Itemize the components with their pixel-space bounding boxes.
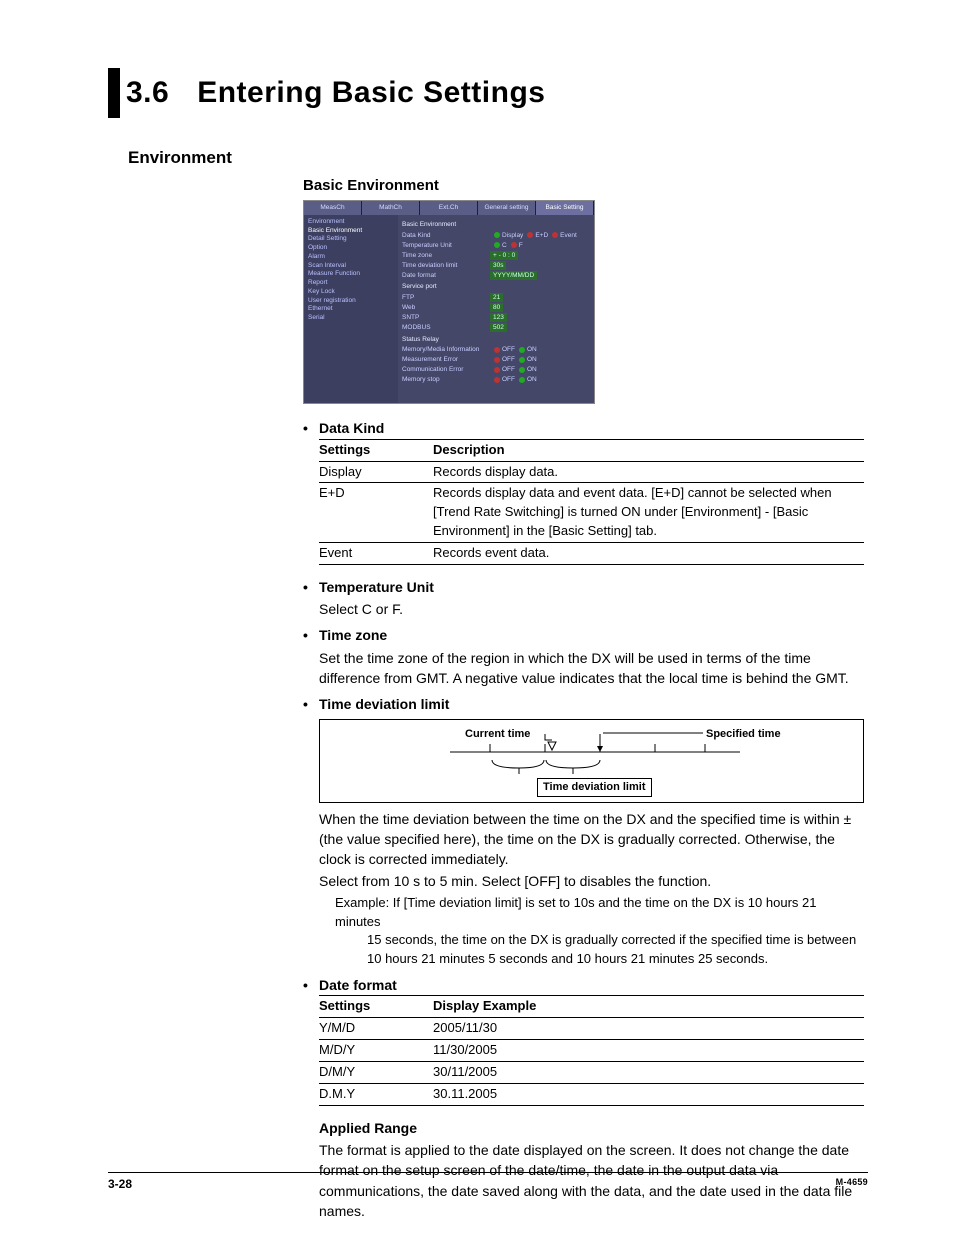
chapter-heading: 3.6 Entering Basic Settings	[108, 68, 868, 118]
diagram-tdl-box: Time deviation limit	[537, 778, 652, 798]
screenshot-nav-item: Report	[308, 279, 394, 288]
screenshot-row: SNTP123	[402, 313, 590, 323]
screenshot-row: Measurement Error OFF ON	[402, 355, 590, 365]
page-number: 3-28	[108, 1176, 132, 1193]
screenshot-nav-item: Scan Interval	[308, 262, 394, 271]
screenshot-row: Memory stop OFF ON	[402, 375, 590, 385]
settings-cell: D.M.Y	[319, 1083, 433, 1105]
data-kind-table: Settings Description DisplayRecords disp…	[319, 439, 864, 565]
tdl-example-line1: Example: If [Time deviation limit] is se…	[335, 894, 865, 932]
time-zone-text: Set the time zone of the region in which…	[319, 648, 865, 689]
screenshot-nav-item: Measure Function	[308, 270, 394, 279]
table-row: D.M.Y30.11.2005	[319, 1083, 864, 1105]
screenshot-nav-item: Option	[308, 244, 394, 253]
screenshot-tab: Basic Setting	[536, 201, 594, 214]
screenshot-tab: MeasCh	[304, 201, 362, 214]
screenshot-section: Service port	[402, 282, 590, 291]
screenshot-section: Status Relay	[402, 335, 590, 344]
example-cell: 11/30/2005	[433, 1040, 864, 1062]
document-id: M-4659	[836, 1176, 868, 1193]
screenshot-row: FTP21	[402, 293, 590, 303]
table-row: E+DRecords display data and event data. …	[319, 483, 864, 543]
tdl-paragraph-2: Select from 10 s to 5 min. Select [OFF] …	[319, 871, 865, 891]
settings-cell: M/D/Y	[319, 1040, 433, 1062]
bullet-tdl: Time deviation limit	[319, 694, 449, 714]
settings-cell: Event	[319, 542, 433, 564]
table-row: M/D/Y11/30/2005	[319, 1040, 864, 1062]
bullet-icon: •	[303, 577, 319, 597]
date-format-table: Settings Display Example Y/M/D2005/11/30…	[319, 995, 864, 1105]
description-cell: Records display data.	[433, 461, 864, 483]
chapter-number: 3.6	[126, 71, 169, 115]
settings-screenshot: MeasChMathChExt.ChGeneral settingBasic S…	[303, 200, 595, 404]
tdl-example-line3: 10 hours 21 minutes 5 seconds and 10 hou…	[367, 950, 865, 969]
screenshot-nav-item: Serial	[308, 314, 394, 323]
screenshot-nav-item: Alarm	[308, 253, 394, 262]
screenshot-row: Time zone+ - 0 : 0	[402, 250, 590, 260]
tdl-example-line2: 15 seconds, the time on the DX is gradua…	[367, 931, 865, 950]
screenshot-tab: Ext.Ch	[420, 201, 478, 214]
screenshot-row: Web80	[402, 303, 590, 313]
screenshot-nav-item: User registration	[308, 297, 394, 306]
subsection-basic-environment: Basic Environment	[303, 175, 865, 197]
table-row: Y/M/D2005/11/30	[319, 1018, 864, 1040]
screenshot-nav-item: Ethernet	[308, 305, 394, 314]
screenshot-tab: General setting	[478, 201, 536, 214]
example-cell: 2005/11/30	[433, 1018, 864, 1040]
description-cell: Records event data.	[433, 542, 864, 564]
section-environment: Environment	[128, 146, 868, 171]
dk-th-settings: Settings	[319, 439, 433, 461]
screenshot-nav-item: Key Lock	[308, 288, 394, 297]
bullet-date-format: Date format	[319, 975, 397, 995]
screenshot-tab: MathCh	[362, 201, 420, 214]
bullet-temp-unit: Temperature Unit	[319, 577, 434, 597]
settings-cell: D/M/Y	[319, 1061, 433, 1083]
bullet-data-kind: Data Kind	[319, 418, 384, 438]
applied-range-heading: Applied Range	[319, 1118, 865, 1138]
screenshot-nav-item: Basic Environment	[308, 227, 394, 236]
table-row: D/M/Y30/11/2005	[319, 1061, 864, 1083]
settings-cell: E+D	[319, 483, 433, 543]
table-row: DisplayRecords display data.	[319, 461, 864, 483]
screenshot-row: Memory/Media Information OFF ON	[402, 345, 590, 355]
page-footer: 3-28 M-4659	[108, 1172, 868, 1193]
screenshot-nav-item: Environment	[308, 218, 394, 227]
example-cell: 30.11.2005	[433, 1083, 864, 1105]
bullet-icon: •	[303, 625, 319, 645]
tdl-paragraph-1: When the time deviation between the time…	[319, 809, 865, 870]
bullet-icon: •	[303, 694, 319, 714]
df-th-settings: Settings	[319, 996, 433, 1018]
screenshot-row: Communication Error OFF ON	[402, 365, 590, 375]
temp-unit-text: Select C or F.	[319, 599, 865, 619]
heading-accent-bar	[108, 68, 120, 118]
dk-th-description: Description	[433, 439, 864, 461]
chapter-title: Entering Basic Settings	[197, 71, 545, 115]
screenshot-nav-item: Detail Setting	[308, 235, 394, 244]
screenshot-row: Temperature Unit C F	[402, 240, 590, 250]
bullet-icon: •	[303, 418, 319, 438]
example-cell: 30/11/2005	[433, 1061, 864, 1083]
screenshot-section: Basic Environment	[402, 220, 590, 229]
settings-cell: Display	[319, 461, 433, 483]
bullet-time-zone: Time zone	[319, 625, 387, 645]
df-th-example: Display Example	[433, 996, 864, 1018]
screenshot-row: Date formatYYYY/MM/DD	[402, 270, 590, 280]
screenshot-row: Time deviation limit30s	[402, 260, 590, 270]
bullet-icon: •	[303, 975, 319, 995]
screenshot-row: MODBUS502	[402, 323, 590, 333]
table-row: EventRecords event data.	[319, 542, 864, 564]
settings-cell: Y/M/D	[319, 1018, 433, 1040]
screenshot-row: Data Kind Display E+D Event	[402, 230, 590, 240]
time-deviation-diagram: Current time Specified time	[319, 719, 864, 803]
description-cell: Records display data and event data. [E+…	[433, 483, 864, 543]
